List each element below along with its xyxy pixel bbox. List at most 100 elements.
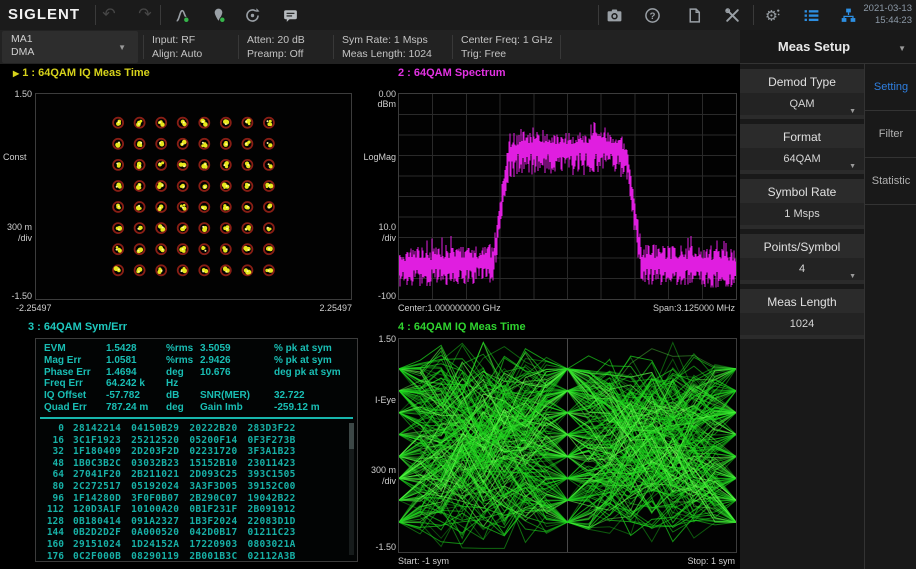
panel-title: Meas Setup — [740, 39, 888, 54]
sym-err-table: EVM1.5428%rms3.5059% pk at sym38Mag Err1… — [36, 343, 345, 414]
network-icon[interactable] — [836, 3, 860, 27]
y-max-label: 1.50 — [378, 334, 396, 344]
history-icon[interactable] — [240, 3, 264, 27]
center-freq-label: Center:1.000000000 GHz — [398, 303, 501, 313]
spectrum-plot[interactable] — [398, 93, 737, 300]
scale-per-div-label: 300 m — [0, 222, 32, 232]
section-points-per-symbol: Points/Symbol 4 ▼ — [740, 234, 864, 284]
sym-err-box[interactable]: EVM1.5428%rms3.5059% pk at sym38Mag Err1… — [35, 338, 358, 562]
pane4-title: 4 : 64QAM IQ Meas Time — [398, 321, 526, 333]
section-symbol-rate: Symbol Rate 1 Msps — [740, 179, 864, 229]
hex-scrollbar[interactable] — [349, 423, 354, 555]
y-min-label: -1.50 — [0, 291, 32, 301]
hex-row: 481B0C3B2C03032B2315152B1023011423 — [36, 458, 343, 470]
scale-per-div-label: 10.0 — [378, 222, 396, 232]
pane2-title: 2 : 64QAM Spectrum — [398, 67, 506, 79]
table-row: Mag Err1.0581%rms2.9426% pk at sym511 — [36, 355, 345, 367]
section-label: Demod Type — [740, 69, 864, 89]
chevron-down-icon: ▼ — [118, 43, 126, 52]
ref-unit-label: dBm — [377, 99, 396, 109]
marker-icon[interactable] — [206, 3, 230, 27]
y-max-label: 1.50 — [0, 89, 32, 99]
undo-icon[interactable]: ↶ — [97, 3, 121, 27]
camera-icon[interactable] — [602, 3, 626, 27]
field-separator — [143, 35, 144, 59]
hex-row: 1440B2D2D2F0A000520042D0B1701211C23 — [36, 527, 343, 539]
gear-icon[interactable]: ⚙ — [760, 3, 784, 27]
section-label: Format — [740, 124, 864, 144]
input-align-field[interactable]: Input: RFAlign: Auto — [152, 33, 202, 61]
field-separator — [560, 35, 561, 59]
chevron-down-icon: ▼ — [898, 44, 906, 53]
ref-level-label: 0.00 — [378, 89, 396, 99]
span-label: Span:3.125000 MHz — [653, 303, 735, 313]
scrollbar-thumb[interactable] — [349, 423, 354, 449]
centerfreq-trig-field[interactable]: Center Freq: 1 GHzTrig: Free — [461, 33, 553, 61]
measurement-mode-dropdown[interactable]: MA1 DMA ▼ — [2, 31, 138, 63]
time-text: 15:44:23 — [863, 15, 912, 27]
trace-format-label: LogMag — [363, 152, 396, 162]
help-icon[interactable]: ? — [640, 3, 664, 27]
section-label: Symbol Rate — [740, 179, 864, 199]
tab-setting[interactable]: Setting — [865, 64, 916, 111]
peak-search-icon[interactable] — [170, 3, 194, 27]
demod-type-select[interactable]: QAM ▼ — [740, 93, 864, 115]
siglent-logo: SIGLENT — [8, 6, 80, 23]
active-pane-marker: ▶ — [13, 69, 19, 78]
pane-sym-err: 3 : 64QAM Sym/Err EVM1.5428%rms3.5059% p… — [0, 318, 368, 569]
tab-filter[interactable]: Filter — [865, 111, 916, 158]
hex-dump: 02814221404150B2920222B20283D3F22163C1F1… — [36, 423, 343, 557]
constellation-plot[interactable] — [35, 93, 352, 300]
redo-icon[interactable]: ↷ — [133, 3, 157, 27]
per-div-label: /div — [382, 233, 396, 243]
scale-per-div-label: 300 m — [371, 465, 396, 475]
panel-tabs: Setting Filter Statistic — [864, 64, 916, 569]
menu-list-icon[interactable] — [799, 3, 823, 27]
hex-row: 1280B180414091A23271B3F202422083D1D — [36, 516, 343, 528]
x-max-label: 2.25497 — [292, 303, 352, 313]
per-div-label: /div — [382, 476, 396, 486]
hex-row: 163C1F19232521252005200F140F3F273B — [36, 435, 343, 447]
hex-row: 961F14280D3F0F0B072B290C0719042B22 — [36, 493, 343, 505]
field-separator — [238, 35, 239, 59]
top-toolbar: SIGLENT ↶ ↷ — [0, 0, 916, 30]
file-icon[interactable] — [682, 3, 706, 27]
tools-icon[interactable] — [720, 3, 744, 27]
trace-format-label: Const — [3, 152, 27, 162]
datetime-display: 2021-03-13 15:44:23 — [863, 3, 912, 27]
table-separator-line — [40, 417, 353, 419]
hex-row: 160291510241D24152A172209030803021A — [36, 539, 343, 551]
analyzer-screen: SIGLENT ↶ ↷ — [0, 0, 916, 569]
hex-row: 112120D3A1F10100A200B1F231F2B091912 — [36, 504, 343, 516]
format-select[interactable]: 64QAM ▼ — [740, 148, 864, 170]
table-row: Quad Err787.24 mdegGain Imb-259.12 mdB — [36, 402, 345, 414]
section-label: Points/Symbol — [740, 234, 864, 254]
pane-constellation: ▶ 1 : 64QAM IQ Meas Time 1.50 Const 300 … — [0, 64, 368, 318]
chevron-down-icon: ▼ — [849, 101, 856, 123]
meas-setup-header[interactable]: Meas Setup ▼ — [740, 30, 916, 64]
section-meas-length: Meas Length 1024 — [740, 289, 864, 339]
hex-row: 6427041F202B2110212D093C25393C1505 — [36, 469, 343, 481]
section-format: Format 64QAM ▼ — [740, 124, 864, 174]
hex-row: 02814221404150B2920222B20283D3F22 — [36, 423, 343, 435]
start-sym-label: Start: -1 sym — [398, 556, 449, 566]
meas-setup-panel: Meas Setup ▼ Demod Type QAM ▼ Format 64Q… — [740, 30, 916, 569]
eye-diagram-plot[interactable] — [398, 338, 737, 553]
section-demod-type: Demod Type QAM ▼ — [740, 69, 864, 119]
points-per-symbol-select[interactable]: 4 ▼ — [740, 258, 864, 280]
symbol-rate-input[interactable]: 1 Msps — [740, 203, 864, 225]
hex-row: 802C272517051920243A3F3D0539152C00 — [36, 481, 343, 493]
table-row: Phase Err1.4694deg10.676deg pk at sym567 — [36, 367, 345, 379]
comment-icon[interactable] — [278, 3, 302, 27]
y-min-label: -1.50 — [375, 542, 396, 552]
pane-eye-diagram: 4 : 64QAM IQ Meas Time 1.50 I-Eye 300 m … — [368, 318, 740, 569]
table-row: EVM1.5428%rms3.5059% pk at sym38 — [36, 343, 345, 355]
tab-statistic[interactable]: Statistic — [865, 158, 916, 205]
field-separator — [452, 35, 453, 59]
pane3-title: 3 : 64QAM Sym/Err — [28, 321, 127, 333]
atten-preamp-field[interactable]: Atten: 20 dBPreamp: Off — [247, 33, 305, 61]
toolbar-separator — [95, 5, 96, 25]
table-row: IQ Offset-57.782dBSNR(MER)32.722dB — [36, 390, 345, 402]
symrate-measlen-field[interactable]: Sym Rate: 1 MspsMeas Length: 1024 — [342, 33, 432, 61]
meas-length-input[interactable]: 1024 — [740, 313, 864, 335]
